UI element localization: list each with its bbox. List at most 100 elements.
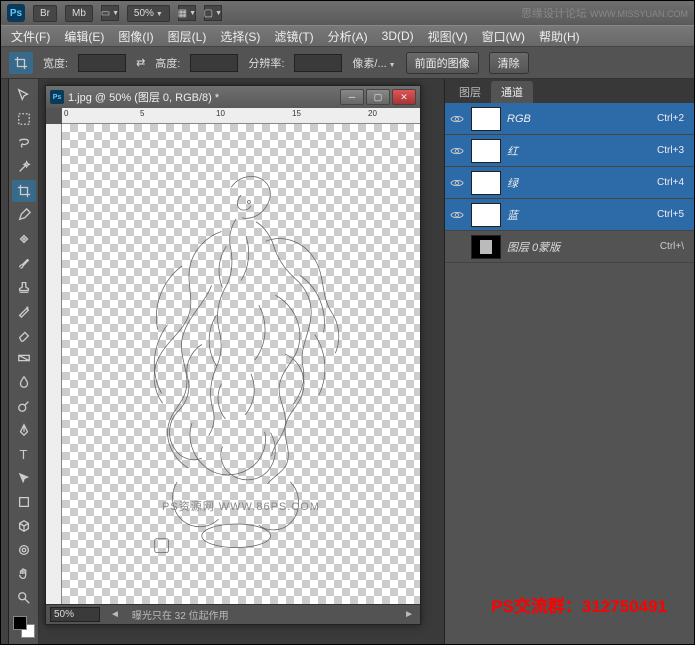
channels-list: RGB Ctrl+2 红 Ctrl+3 绿 Ctrl+4 bbox=[445, 103, 694, 644]
document-window: Ps 1.jpg @ 50% (图层 0, RGB/8) * ─ ▢ ✕ 0 5… bbox=[45, 85, 421, 625]
menu-file[interactable]: 文件(F) bbox=[5, 26, 56, 47]
menu-3d[interactable]: 3D(D) bbox=[376, 27, 420, 45]
canvas[interactable]: PS资源网 WWW.86PS.COM bbox=[62, 124, 420, 604]
width-input[interactable] bbox=[78, 54, 126, 72]
zoom-level-dropdown[interactable]: 50%▼ bbox=[127, 5, 170, 22]
channel-green[interactable]: 绿 Ctrl+4 bbox=[445, 167, 694, 199]
eraser-tool[interactable] bbox=[12, 324, 36, 346]
artwork-image bbox=[62, 124, 420, 604]
path-tool[interactable] bbox=[12, 467, 36, 489]
document-statusbar: ◄ 曝光只在 32 位起作用 ► bbox=[46, 604, 420, 624]
channel-name: 图层 0蒙版 bbox=[507, 239, 654, 255]
foreground-color[interactable] bbox=[13, 616, 27, 630]
healing-tool[interactable] bbox=[12, 228, 36, 250]
brand-text: 思缘设计论坛 WWW.MISSYUAN.COM bbox=[521, 5, 688, 21]
3d-tool[interactable] bbox=[12, 515, 36, 537]
channels-tab[interactable]: 通道 bbox=[491, 81, 533, 103]
title-bar: Ps Br Mb ▭▼ 50%▼ ▦▼ ▢▼ 思缘设计论坛 WWW.MISSYU… bbox=[1, 1, 694, 25]
minimize-button[interactable]: ─ bbox=[340, 89, 364, 105]
layers-tab[interactable]: 图层 bbox=[449, 81, 491, 103]
close-button[interactable]: ✕ bbox=[392, 89, 416, 105]
screen-mode-icon[interactable]: ▭▼ bbox=[101, 5, 119, 21]
maximize-button[interactable]: ▢ bbox=[366, 89, 390, 105]
visibility-toggle[interactable] bbox=[449, 175, 465, 191]
menu-help[interactable]: 帮助(H) bbox=[533, 26, 586, 47]
channel-thumb bbox=[471, 203, 501, 227]
menu-analysis[interactable]: 分析(A) bbox=[322, 26, 374, 47]
canvas-viewport[interactable]: PS资源网 WWW.86PS.COM bbox=[46, 124, 420, 604]
history-brush-tool[interactable] bbox=[12, 300, 36, 322]
channel-shortcut: Ctrl+3 bbox=[657, 145, 684, 156]
resolution-input[interactable] bbox=[294, 54, 342, 72]
status-message: 曝光只在 32 位起作用 bbox=[126, 607, 235, 622]
arrange-icon[interactable]: ▦▼ bbox=[178, 5, 196, 21]
blur-tool[interactable] bbox=[12, 371, 36, 393]
channel-rgb[interactable]: RGB Ctrl+2 bbox=[445, 103, 694, 135]
channel-thumb bbox=[471, 171, 501, 195]
stamp-tool[interactable] bbox=[12, 276, 36, 298]
crop-tool[interactable] bbox=[12, 180, 36, 202]
hand-tool[interactable] bbox=[12, 563, 36, 585]
shape-tool[interactable] bbox=[12, 491, 36, 513]
menu-window[interactable]: 窗口(W) bbox=[476, 26, 531, 47]
pen-tool[interactable] bbox=[12, 419, 36, 441]
wand-tool[interactable] bbox=[12, 156, 36, 178]
bridge-button[interactable]: Br bbox=[33, 5, 57, 22]
menu-view[interactable]: 视图(V) bbox=[422, 26, 474, 47]
menu-select[interactable]: 选择(S) bbox=[214, 26, 266, 47]
brush-tool[interactable] bbox=[12, 252, 36, 274]
unit-dropdown[interactable]: 像素/...▼ bbox=[352, 55, 395, 71]
resolution-label: 分辨率: bbox=[248, 55, 284, 71]
swap-icon[interactable]: ⇄ bbox=[136, 56, 145, 69]
scroll-left-icon[interactable]: ◄ bbox=[104, 609, 126, 620]
status-zoom-input[interactable] bbox=[50, 607, 100, 622]
channel-mask[interactable]: 图层 0蒙版 Ctrl+\ bbox=[445, 231, 694, 263]
channel-blue[interactable]: 蓝 Ctrl+5 bbox=[445, 199, 694, 231]
move-tool[interactable] bbox=[12, 84, 36, 106]
height-input[interactable] bbox=[190, 54, 238, 72]
menu-layer[interactable]: 图层(L) bbox=[162, 26, 213, 47]
menu-filter[interactable]: 滤镜(T) bbox=[268, 26, 319, 47]
type-tool[interactable]: T bbox=[12, 443, 36, 465]
channel-thumb bbox=[471, 235, 501, 259]
3d-camera-tool[interactable] bbox=[12, 539, 36, 561]
color-swatches[interactable] bbox=[13, 616, 35, 638]
ps-logo-icon: Ps bbox=[7, 4, 25, 22]
marquee-tool[interactable] bbox=[12, 108, 36, 130]
channel-name: 绿 bbox=[507, 175, 651, 191]
channel-thumb bbox=[471, 139, 501, 163]
crop-tool-indicator[interactable] bbox=[9, 52, 33, 74]
channel-shortcut: Ctrl+\ bbox=[660, 241, 684, 252]
width-label: 宽度: bbox=[43, 55, 68, 71]
menu-edit[interactable]: 编辑(E) bbox=[58, 26, 110, 47]
clear-button[interactable]: 清除 bbox=[489, 52, 529, 74]
mini-bridge-button[interactable]: Mb bbox=[65, 5, 93, 22]
photoshop-window: Ps Br Mb ▭▼ 50%▼ ▦▼ ▢▼ 思缘设计论坛 WWW.MISSYU… bbox=[0, 0, 695, 645]
watermark-text: PS资源网 WWW.86PS.COM bbox=[162, 498, 320, 514]
zoom-tool[interactable] bbox=[12, 587, 36, 609]
gradient-tool[interactable] bbox=[12, 347, 36, 369]
channel-name: 蓝 bbox=[507, 207, 651, 223]
channel-name: 红 bbox=[507, 143, 651, 159]
visibility-toggle[interactable] bbox=[449, 143, 465, 159]
dodge-tool[interactable] bbox=[12, 395, 36, 417]
eyedropper-tool[interactable] bbox=[12, 204, 36, 226]
document-titlebar[interactable]: Ps 1.jpg @ 50% (图层 0, RGB/8) * ─ ▢ ✕ bbox=[46, 86, 420, 108]
tools-panel: T bbox=[9, 79, 39, 644]
scroll-right-icon[interactable]: ► bbox=[398, 609, 420, 620]
options-bar: 宽度: ⇄ 高度: 分辨率: 像素/...▼ 前面的图像 清除 bbox=[1, 47, 694, 79]
extras-icon[interactable]: ▢▼ bbox=[204, 5, 222, 21]
menu-image[interactable]: 图像(I) bbox=[112, 26, 159, 47]
visibility-toggle[interactable] bbox=[449, 207, 465, 223]
front-image-button[interactable]: 前面的图像 bbox=[406, 52, 479, 74]
height-label: 高度: bbox=[155, 55, 180, 71]
channel-shortcut: Ctrl+4 bbox=[657, 177, 684, 188]
workspace: T Ps 1.jpg @ 50% (图层 0, RGB/8) * ─ ▢ bbox=[1, 79, 694, 644]
visibility-toggle[interactable] bbox=[449, 111, 465, 127]
panels-dock: 图层 通道 RGB Ctrl+2 红 Ctrl+3 bbox=[444, 79, 694, 644]
document-area: Ps 1.jpg @ 50% (图层 0, RGB/8) * ─ ▢ ✕ 0 5… bbox=[39, 79, 444, 644]
document-title: 1.jpg @ 50% (图层 0, RGB/8) * bbox=[68, 89, 336, 105]
menu-bar: 文件(F) 编辑(E) 图像(I) 图层(L) 选择(S) 滤镜(T) 分析(A… bbox=[1, 25, 694, 47]
lasso-tool[interactable] bbox=[12, 132, 36, 154]
channel-red[interactable]: 红 Ctrl+3 bbox=[445, 135, 694, 167]
